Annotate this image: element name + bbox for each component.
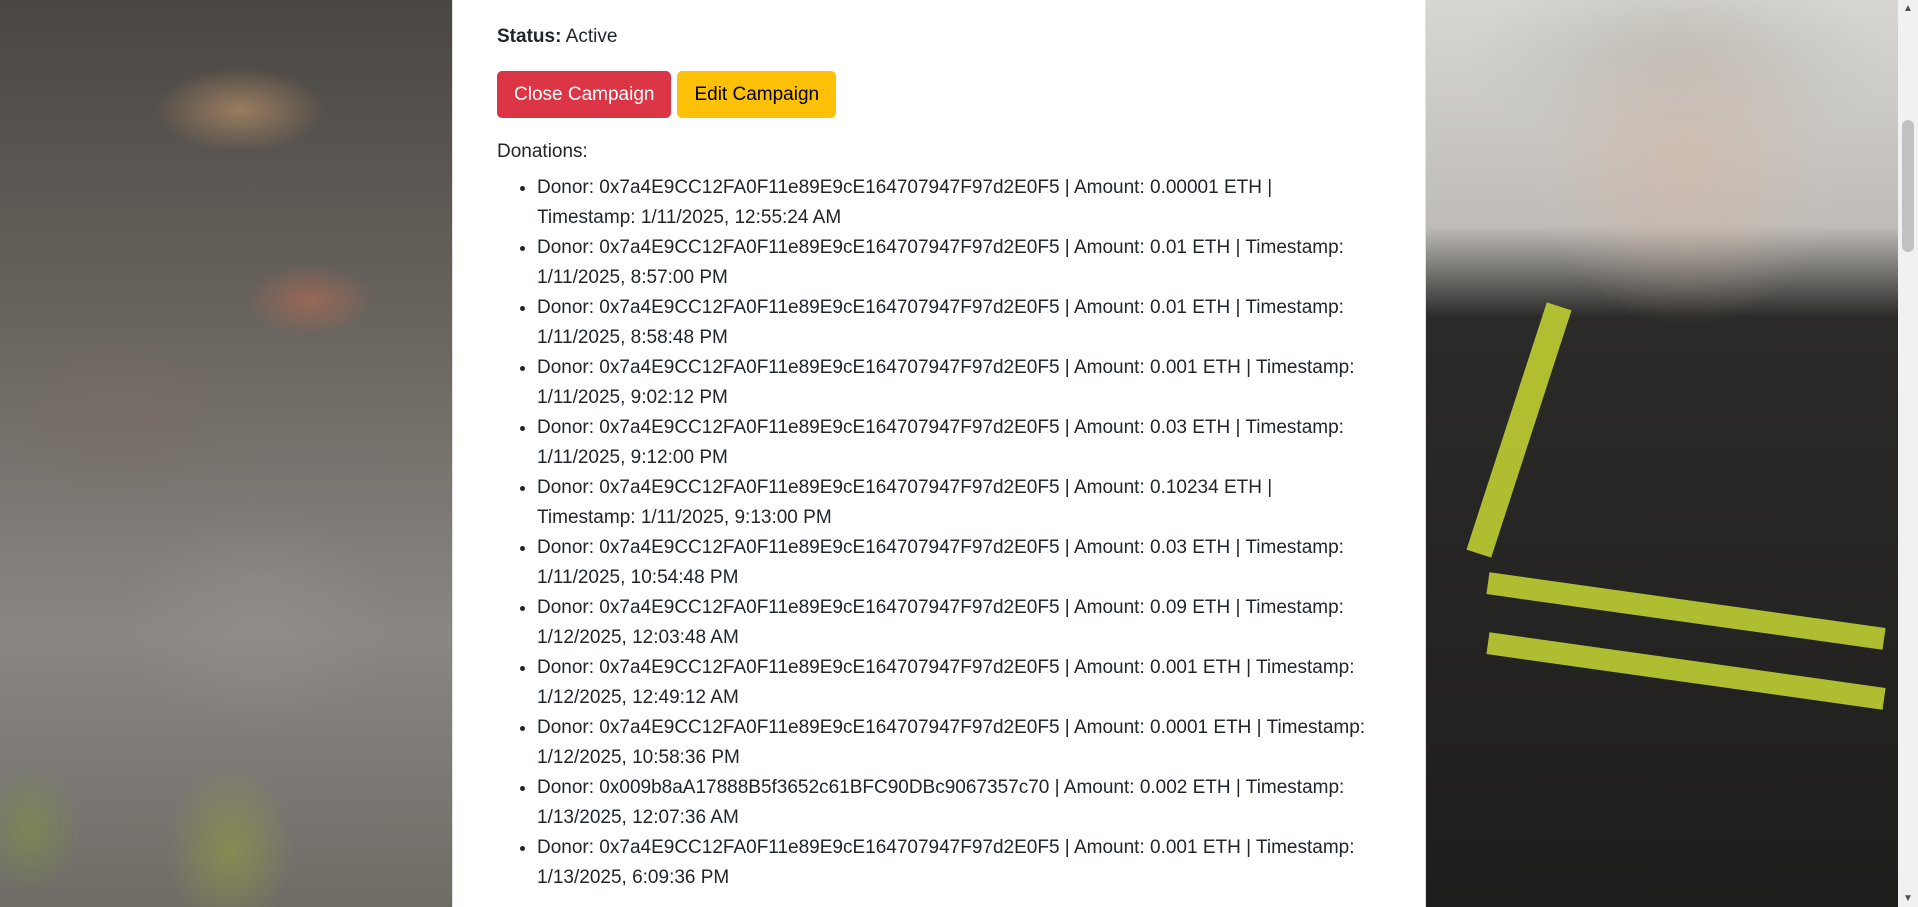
campaign-details: Status: Active Close Campaign Edit Campa…: [497, 24, 1367, 893]
background-photo-left: [0, 0, 452, 907]
status-label: Status:: [497, 26, 562, 47]
donation-item: Donor: 0x7a4E9CC12FA0F11e89E9cE164707947…: [537, 353, 1367, 413]
donation-item: Donor: 0x7a4E9CC12FA0F11e89E9cE164707947…: [537, 713, 1367, 773]
donation-item: Donor: 0x009b8aA17888B5f3652c61BFC90DBc9…: [537, 773, 1367, 833]
scrollbar-thumb[interactable]: [1902, 120, 1914, 252]
campaign-panel: Status: Active Close Campaign Edit Campa…: [452, 0, 1426, 907]
donation-item: Donor: 0x7a4E9CC12FA0F11e89E9cE164707947…: [537, 413, 1367, 473]
donation-item: Donor: 0x7a4E9CC12FA0F11e89E9cE164707947…: [537, 233, 1367, 293]
edit-campaign-button[interactable]: Edit Campaign: [677, 71, 837, 118]
page-scrollbar[interactable]: ▲ ▼: [1898, 0, 1918, 907]
background-photo-right: [1426, 0, 1898, 907]
donation-item: Donor: 0x7a4E9CC12FA0F11e89E9cE164707947…: [537, 833, 1367, 893]
donation-item: Donor: 0x7a4E9CC12FA0F11e89E9cE164707947…: [537, 173, 1367, 233]
donation-item: Donor: 0x7a4E9CC12FA0F11e89E9cE164707947…: [537, 293, 1367, 353]
status-line: Status: Active: [497, 24, 1367, 50]
action-buttons: Close Campaign Edit Campaign: [497, 71, 1367, 118]
donations-list: Donor: 0x7a4E9CC12FA0F11e89E9cE164707947…: [497, 173, 1367, 893]
triangle-up-icon[interactable]: ▲: [1898, 0, 1918, 17]
donations-heading: Donations:: [497, 141, 588, 162]
close-campaign-button[interactable]: Close Campaign: [497, 71, 672, 118]
donation-item: Donor: 0x7a4E9CC12FA0F11e89E9cE164707947…: [537, 653, 1367, 713]
donation-item: Donor: 0x7a4E9CC12FA0F11e89E9cE164707947…: [537, 533, 1367, 593]
donation-item: Donor: 0x7a4E9CC12FA0F11e89E9cE164707947…: [537, 473, 1367, 533]
donation-item: Donor: 0x7a4E9CC12FA0F11e89E9cE164707947…: [537, 593, 1367, 653]
status-value: Active: [565, 26, 618, 47]
triangle-down-icon[interactable]: ▼: [1898, 890, 1918, 907]
